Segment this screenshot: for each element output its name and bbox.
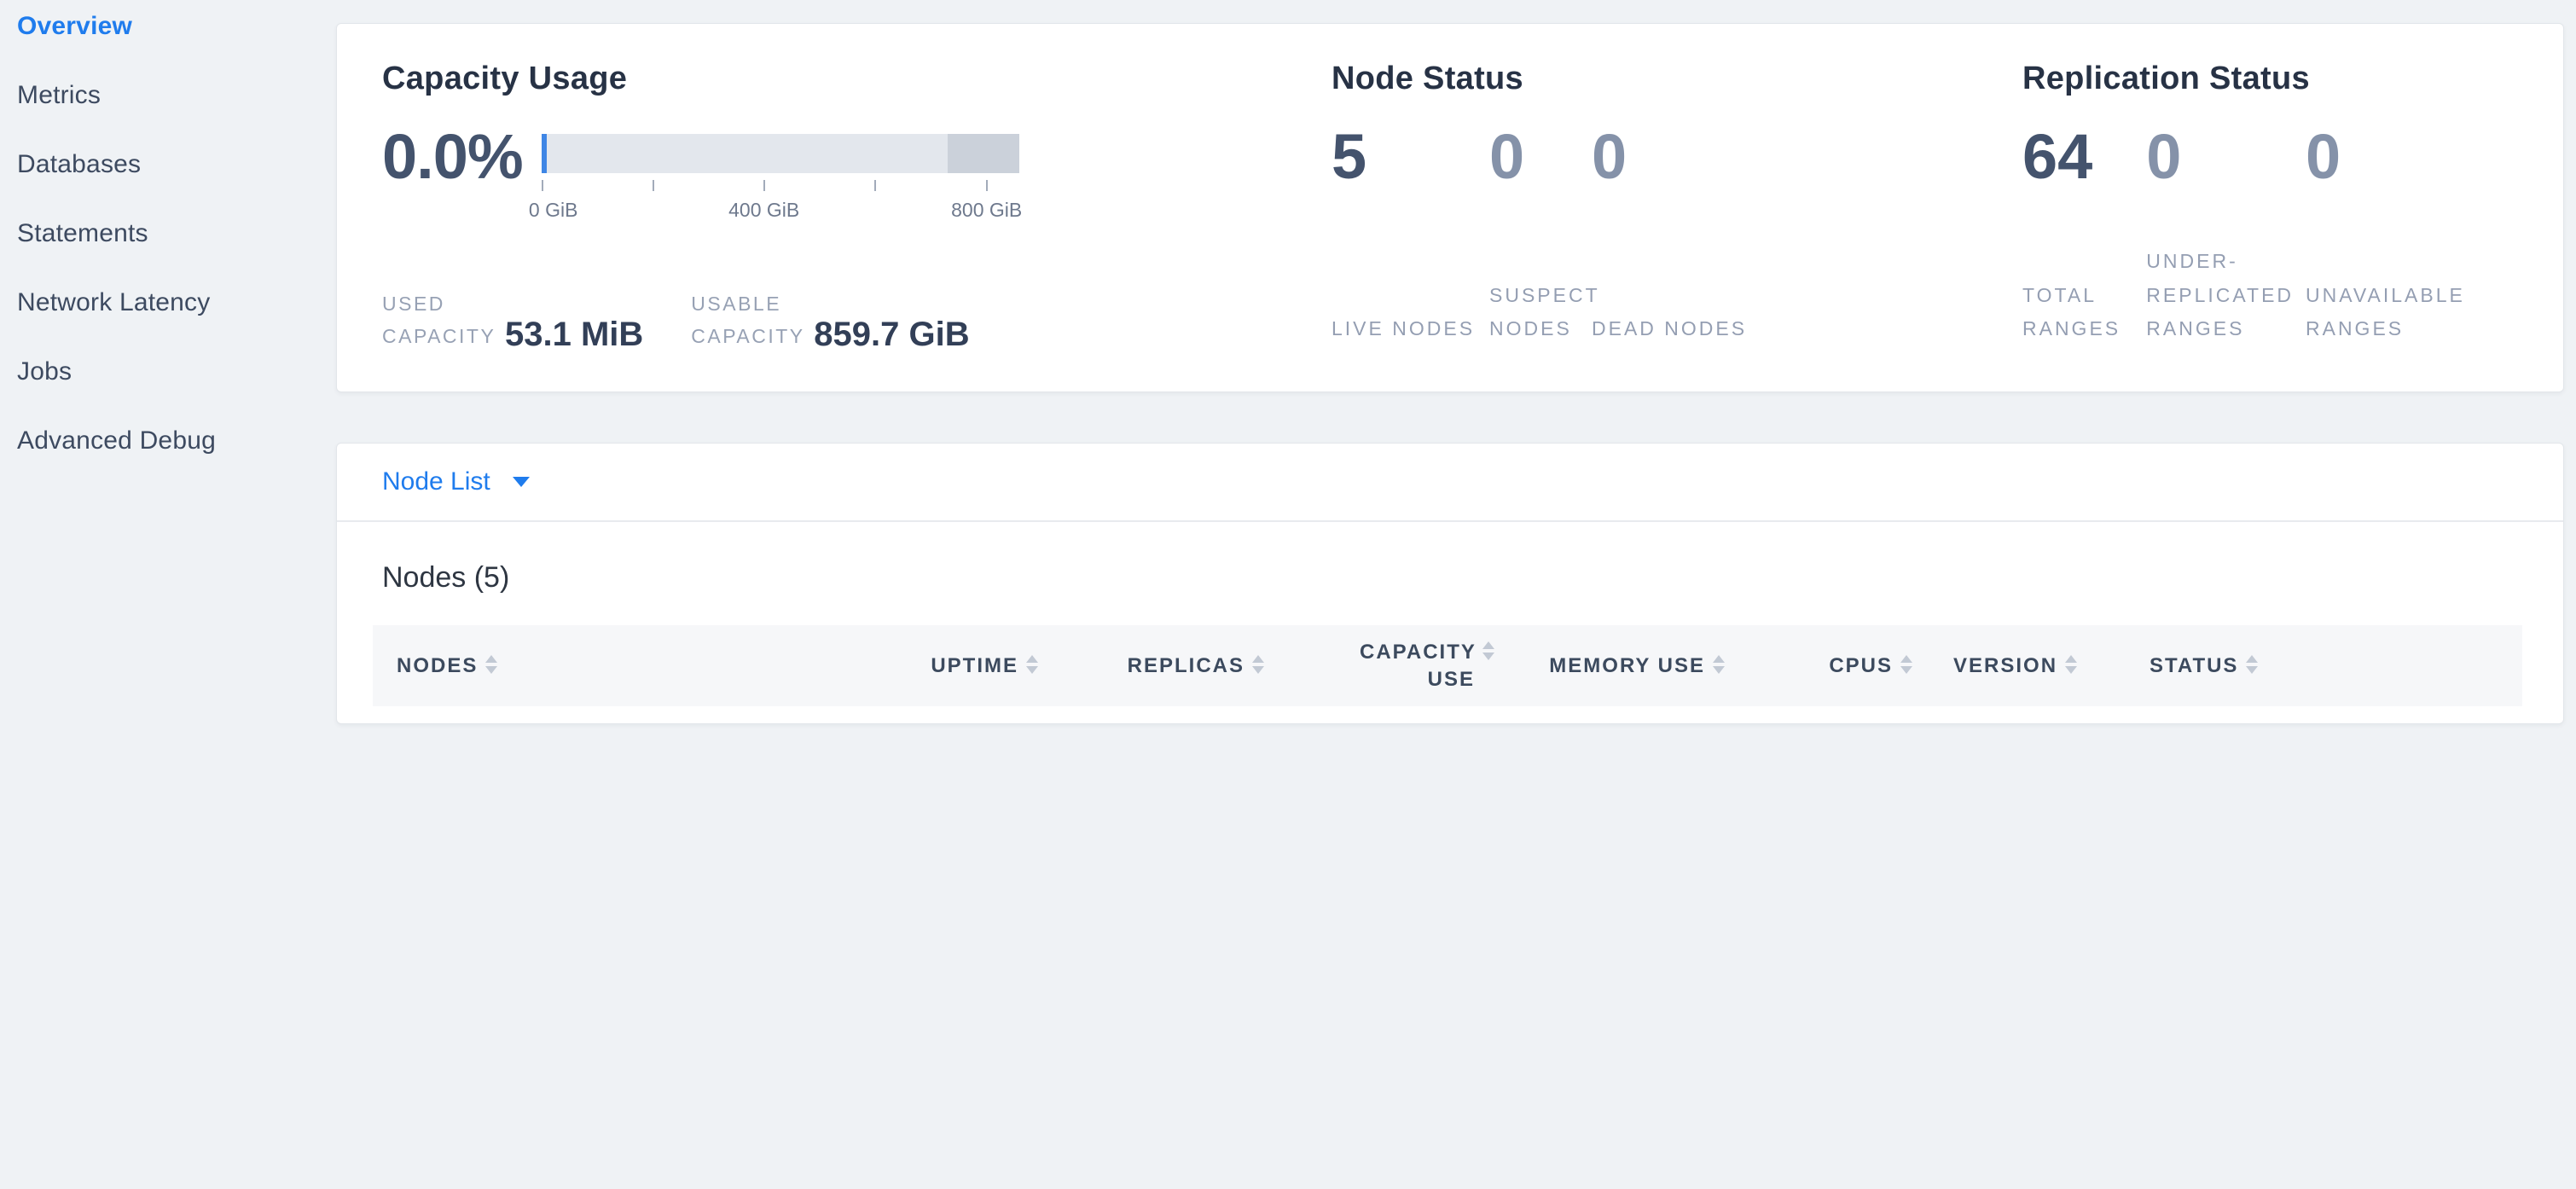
capacity-bar	[542, 134, 1019, 173]
column-header-nodes[interactable]: NODES	[373, 625, 833, 706]
sort-icon[interactable]	[2065, 655, 2077, 674]
nodes-table: NODES UPTIME REPLICAS	[373, 625, 2522, 706]
capacity-bar-dark-segment	[948, 134, 1019, 173]
under-replicated-ranges-value: 0	[2146, 125, 2306, 188]
unavailable-ranges-stat: 0 UNAVAILABLE RANGES	[2306, 125, 2518, 345]
dead-nodes-value: 0	[1592, 125, 1759, 188]
dead-nodes-label: DEAD NODES	[1592, 312, 1759, 345]
capacity-bar-used-segment	[542, 134, 547, 173]
axis-tick	[874, 180, 876, 191]
sidebar-item-advanced-debug[interactable]: Advanced Debug	[17, 428, 336, 454]
suspect-nodes-stat: 0 SUSPECT NODES	[1489, 125, 1592, 345]
live-nodes-label: LIVE NODES	[1332, 312, 1489, 345]
used-capacity-label: USED CAPACITY	[382, 288, 486, 353]
sidebar-item-jobs[interactable]: Jobs	[17, 359, 336, 385]
capacity-usage-section: Capacity Usage 0.0% 0 GiB	[382, 61, 1332, 353]
column-header-replicas[interactable]: REPLICAS	[1038, 625, 1264, 706]
usable-capacity-value: 859.7 GiB	[814, 316, 969, 353]
column-header-memory-use[interactable]: MEMORY USE	[1494, 625, 1725, 706]
total-ranges-stat: 64 TOTAL RANGES	[2022, 125, 2146, 345]
nodes-count-heading: Nodes (5)	[382, 561, 2527, 594]
usable-capacity-label: USABLE CAPACITY	[691, 288, 795, 353]
capacity-bar-chart: 0 GiB 400 GiB 800 GiB	[542, 134, 1019, 173]
column-header-cpus[interactable]: CPUS	[1725, 625, 1912, 706]
sidebar: Overview Metrics Databases Statements Ne…	[0, 0, 336, 1189]
axis-tick-label: 800 GiB	[951, 199, 1022, 222]
capacity-usage-title: Capacity Usage	[382, 61, 1332, 98]
column-header-uptime[interactable]: UPTIME	[833, 625, 1038, 706]
cluster-summary-card: Capacity Usage 0.0% 0 GiB	[336, 23, 2564, 392]
suspect-nodes-value: 0	[1489, 125, 1592, 188]
replication-status-section: Replication Status 64 TOTAL RANGES 0 UND…	[2022, 61, 2518, 353]
capacity-percent-value: 0.0%	[382, 125, 523, 188]
axis-tick	[986, 180, 988, 191]
capacity-chart-row: 0.0% 0 GiB 400 GiB 800 GiB	[382, 125, 1332, 188]
live-nodes-value: 5	[1332, 125, 1489, 188]
replication-status-title: Replication Status	[2022, 61, 2518, 98]
sort-icon[interactable]	[1482, 641, 1494, 660]
sort-icon[interactable]	[1713, 655, 1725, 674]
sort-icon[interactable]	[1900, 655, 1912, 674]
under-replicated-ranges-stat: 0 UNDER-REPLICATED RANGES	[2146, 125, 2306, 345]
sort-icon[interactable]	[485, 655, 497, 674]
sidebar-item-databases[interactable]: Databases	[17, 152, 336, 177]
dead-nodes-stat: 0 DEAD NODES	[1592, 125, 1759, 345]
suspect-nodes-label: SUSPECT NODES	[1489, 279, 1592, 345]
node-list-card: Node List Nodes (5) NODES	[336, 443, 2564, 724]
column-header-version[interactable]: VERSION	[1912, 625, 2109, 706]
axis-tick	[653, 180, 654, 191]
sidebar-item-network-latency[interactable]: Network Latency	[17, 290, 336, 316]
unavailable-ranges-value: 0	[2306, 125, 2518, 188]
sort-icon[interactable]	[1026, 655, 1038, 674]
axis-tick	[763, 180, 765, 191]
node-list-dropdown-label[interactable]: Node List	[382, 467, 490, 496]
node-status-title: Node Status	[1332, 61, 2022, 98]
node-list-body: Nodes (5) NODES	[337, 522, 2563, 723]
sort-icon[interactable]	[1252, 655, 1264, 674]
page: Overview Metrics Databases Statements Ne…	[0, 0, 2576, 1189]
unavailable-ranges-label: UNAVAILABLE RANGES	[2306, 279, 2518, 345]
replication-stats: 64 TOTAL RANGES 0 UNDER-REPLICATED RANGE…	[2022, 125, 2518, 345]
column-header-status[interactable]: STATUS	[2109, 625, 2522, 706]
used-capacity-value: 53.1 MiB	[505, 316, 643, 353]
node-status-stats: 5 LIVE NODES 0 SUSPECT NODES 0 DEAD NODE…	[1332, 125, 2022, 345]
sidebar-nav-list: Overview Metrics Databases Statements Ne…	[17, 14, 336, 454]
total-ranges-label: TOTAL RANGES	[2022, 279, 2146, 345]
sort-icon[interactable]	[2246, 655, 2258, 674]
node-status-section: Node Status 5 LIVE NODES 0 SUSPECT NODES…	[1332, 61, 2022, 353]
axis-tick-label: 400 GiB	[728, 199, 799, 222]
live-nodes-stat: 5 LIVE NODES	[1332, 125, 1489, 345]
chevron-down-icon[interactable]	[513, 477, 530, 487]
axis-tick	[542, 180, 543, 191]
under-replicated-ranges-label: UNDER-REPLICATED RANGES	[2146, 245, 2306, 345]
total-ranges-value: 64	[2022, 125, 2146, 188]
nodes-table-header: NODES UPTIME REPLICAS	[373, 625, 2522, 706]
sidebar-item-metrics[interactable]: Metrics	[17, 83, 336, 108]
sidebar-item-statements[interactable]: Statements	[17, 221, 336, 246]
sidebar-item-overview[interactable]: Overview	[17, 14, 336, 39]
axis-tick-label: 0 GiB	[529, 199, 578, 222]
node-list-dropdown[interactable]: Node List	[337, 444, 2563, 522]
column-header-capacity-use[interactable]: CAPACITY USE	[1264, 625, 1494, 706]
capacity-values-row: USED CAPACITY 53.1 MiB USABLE CAPACITY 8…	[382, 288, 1332, 353]
main-content: Capacity Usage 0.0% 0 GiB	[336, 0, 2576, 1189]
